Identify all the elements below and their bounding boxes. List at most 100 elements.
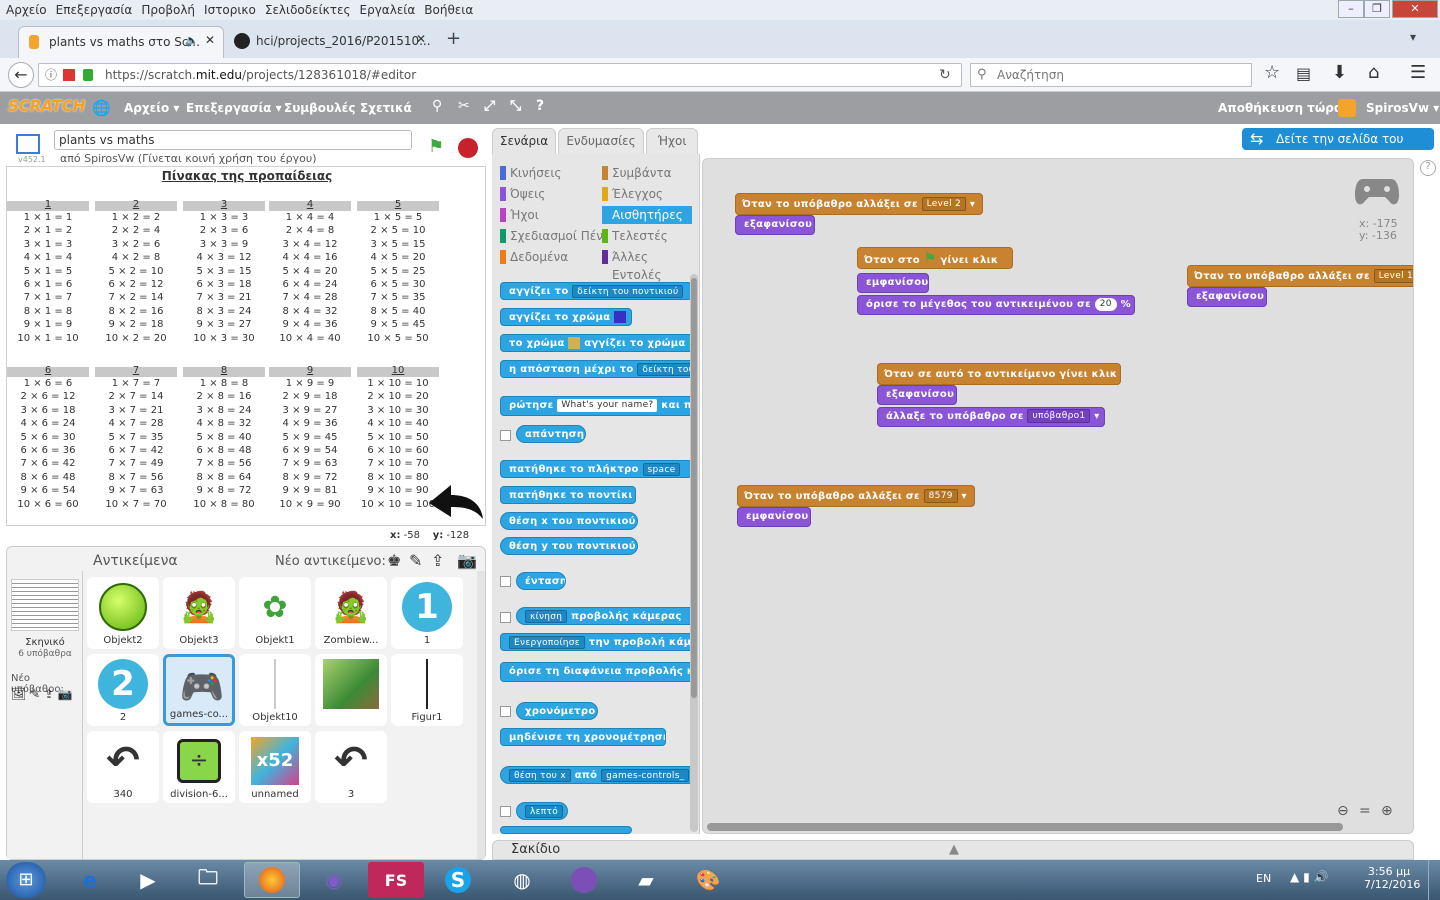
show-desktop-button[interactable] <box>1428 860 1440 900</box>
block-color-touching-color[interactable]: το χρώμα αγγίζει το χρώμα <box>500 334 696 352</box>
upload-sprite-icon[interactable]: ⇪ <box>431 551 444 570</box>
search-field[interactable]: ⚲ Αναζήτηση <box>970 63 1252 87</box>
backpack-toggle-icon[interactable]: ▲ <box>949 841 959 859</box>
tab-costumes[interactable]: Ενδυμασίες <box>558 128 644 154</box>
back-icon[interactable]: ← <box>8 62 34 88</box>
fullscreen-icon[interactable] <box>16 134 40 154</box>
category-more-blocks[interactable]: Άλλες Εντολές <box>602 248 699 282</box>
dropdown[interactable]: λεπτό <box>525 804 564 818</box>
block-set-video-transparency[interactable]: όρισε τη διαφάνεια προβολής κα <box>500 662 696 682</box>
dropdown[interactable]: υπόβαθρο1 <box>1027 409 1091 423</box>
block-mouse-y[interactable]: θέση y του ποντικιού <box>500 537 638 555</box>
tab-sounds[interactable]: Ήχοι <box>646 128 698 154</box>
sprite-objekt10[interactable]: Objekt10 <box>239 654 311 726</box>
block-days-since[interactable] <box>500 826 632 834</box>
ie-icon[interactable]: e <box>62 862 118 898</box>
current-checkbox[interactable] <box>500 806 511 817</box>
sprite-background-image[interactable] <box>315 654 387 726</box>
reload-icon[interactable]: ↻ <box>939 64 951 86</box>
close-tab-icon[interactable]: ✕ <box>416 32 426 46</box>
sprite-3[interactable]: ↶ 3 <box>315 731 387 803</box>
sprite-library-icon[interactable]: ♚ <box>387 551 401 570</box>
download-icon[interactable]: ⬇ <box>1332 62 1347 83</box>
paint-backdrop-icon[interactable]: ✎ <box>30 687 40 701</box>
tray-arrow-icon[interactable]: ▲ <box>1290 870 1299 884</box>
dropdown[interactable]: games-controls_ <box>601 768 690 782</box>
backdrop-library-icon[interactable]: 🖼 <box>11 687 26 701</box>
sprite-objekt1[interactable]: ✿ Objekt1 <box>239 577 311 649</box>
scratch-cat-icon[interactable] <box>556 862 612 898</box>
paint-icon[interactable]: 🎨 <box>680 862 736 898</box>
block-distance-to[interactable]: η απόσταση μέχρι το δείκτη του π <box>500 360 696 378</box>
dropdown[interactable]: space <box>642 462 681 476</box>
shrink-tool-icon[interactable]: ⤡ <box>510 98 521 114</box>
clock[interactable]: 3:56 μμ 7/12/2016 <box>1364 865 1420 891</box>
notebook-icon[interactable]: ▰ <box>618 862 674 898</box>
video-motion-checkbox[interactable] <box>500 612 511 623</box>
green-flag-icon[interactable]: ⚑ <box>428 136 444 157</box>
menu-help[interactable]: Βοήθεια <box>418 0 476 17</box>
viber-icon[interactable]: ◉ <box>306 862 362 898</box>
speaker-icon[interactable]: 🔈 <box>185 34 199 47</box>
block-key-pressed[interactable]: πατήθηκε το πλήκτρο space <box>500 460 692 478</box>
color-swatch[interactable] <box>568 337 581 349</box>
menu-view[interactable]: Προβολή <box>135 0 198 17</box>
category-events[interactable]: Συμβάντα <box>602 164 672 182</box>
block-mouse-x[interactable]: θέση x του ποντικιού <box>500 512 638 530</box>
menu-file[interactable]: Αρχείο <box>0 0 50 17</box>
lock-icon[interactable] <box>83 69 93 81</box>
backpack[interactable]: Σακίδιο ▲ <box>492 840 1414 860</box>
block-timer[interactable]: χρονόμετρο <box>516 702 598 720</box>
block-turn-video[interactable]: Ενεργοποίησε την προβολή κάμ <box>500 633 696 651</box>
sprite-zombie[interactable]: 🧟 Zombiew... <box>315 577 387 649</box>
block-show[interactable]: εμφανίσου <box>857 273 929 293</box>
url-field[interactable]: ⓘ https://scratch.mit.edu/projects/12836… <box>38 63 962 87</box>
palette-scrollbar-track[interactable] <box>690 274 698 832</box>
explorer-icon[interactable]: 🗀 <box>180 862 236 898</box>
menu-bookmarks[interactable]: Σελιδοδείκτες <box>259 0 354 17</box>
sprite-objekt3[interactable]: 🧟 Objekt3 <box>163 577 235 649</box>
grow-tool-icon[interactable]: ⤢ <box>484 98 495 114</box>
dropdown[interactable]: θέση του x <box>509 768 571 782</box>
menu-tools[interactable]: Εργαλεία <box>354 0 419 17</box>
dropdown[interactable]: κίνηση <box>525 609 568 623</box>
block-mouse-down[interactable]: πατήθηκε το ποντίκι <box>500 486 636 504</box>
dropdown[interactable]: Ενεργοποίησε <box>509 635 585 649</box>
block-current[interactable]: λεπτό <box>516 802 568 820</box>
category-data[interactable]: Δεδομένα <box>500 248 568 266</box>
block-touching[interactable]: αγγίζει το δείκτη του ποντικιού <box>500 282 692 300</box>
hat-backdrop-switches-level1[interactable]: Όταν το υπόβαθρο αλλάξει σε Level 1 <box>1187 254 1413 287</box>
loudness-checkbox[interactable] <box>500 576 511 587</box>
camera-sprite-icon[interactable]: 📷 <box>457 551 477 570</box>
block-touching-color[interactable]: αγγίζει το χρώμα <box>500 308 632 326</box>
block-set-size[interactable]: όρισε το μέγεθος του αντικειμένου σε 20 … <box>857 295 1135 315</box>
hat-backdrop-switches-8579[interactable]: Όταν το υπόβαθρο αλλάξει σε 8579 ▾ <box>737 474 975 507</box>
sprite-340[interactable]: ↶ 340 <box>87 731 159 803</box>
maximize-button[interactable]: ❐ <box>1364 0 1390 18</box>
sprites-scrollbar[interactable] <box>477 571 485 859</box>
delete-tool-icon[interactable]: ✂ <box>458 98 470 114</box>
palette-scrollbar-thumb[interactable] <box>691 278 697 698</box>
minimize-button[interactable]: – <box>1338 0 1364 18</box>
scratch-menu-edit[interactable]: Επεξεργασία ▾ <box>186 101 282 115</box>
volume-icon[interactable]: 🔊 <box>1314 870 1329 884</box>
hat-backdrop-switches-level2[interactable]: Όταν το υπόβαθρο αλλάξει σε Level 2 ▾ <box>735 182 983 215</box>
hat-green-flag-clicked[interactable]: Όταν στο ⚑ γίνει κλικ <box>857 236 1013 269</box>
backdrop-thumbnail[interactable] <box>11 579 79 631</box>
new-tab-icon[interactable]: + <box>446 28 461 49</box>
sprite-unnamed[interactable]: x52 unnamed <box>239 731 311 803</box>
block-answer[interactable]: απάντηση <box>516 425 586 443</box>
tray-icons[interactable]: ▲ ▮ 🔊 <box>1290 870 1328 884</box>
dropdown[interactable]: Level 2 <box>921 197 967 211</box>
block-switch-backdrop[interactable]: άλλαξε το υπόβαθρο σε υπόβαθρο1 ▾ <box>877 407 1105 427</box>
tab-github[interactable]: hci/projects_2016/P201510... ✕ <box>226 26 436 58</box>
category-sound[interactable]: Ήχοι <box>500 206 539 224</box>
user-menu[interactable]: SpirosVw ▾ <box>1366 101 1439 115</box>
category-pen[interactable]: Σχεδιασμοί Πένας <box>500 227 604 245</box>
skype-icon[interactable]: S <box>430 862 486 898</box>
category-control[interactable]: Έλεγχος <box>602 185 663 203</box>
info-icon[interactable]: ⓘ <box>45 64 57 86</box>
scratch-menu-about[interactable]: Σχετικά <box>360 101 412 115</box>
block-ask-and-wait[interactable]: ρώτησε What's your name? και πε <box>500 396 696 416</box>
fs-app-icon[interactable]: FS <box>368 862 424 898</box>
